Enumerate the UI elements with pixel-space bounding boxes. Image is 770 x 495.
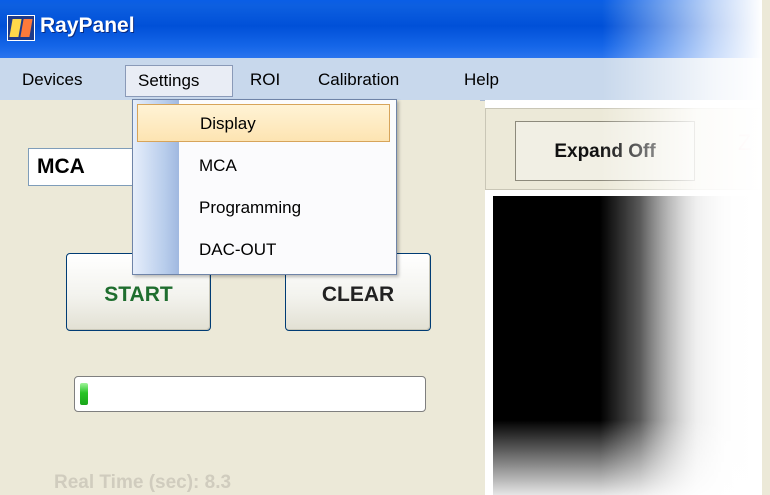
menu-roi[interactable]: ROI [250, 70, 280, 90]
window-title: RayPanel [40, 14, 135, 37]
app-logo-icon [7, 15, 35, 41]
progress-fill [80, 383, 88, 405]
menu-devices[interactable]: Devices [22, 70, 82, 90]
settings-dropdown-menu: Display MCA Programming DAC-OUT [132, 99, 397, 275]
menu-item-mca[interactable]: MCA [133, 146, 396, 186]
edge-fade [493, 420, 762, 495]
menu-settings-label: Settings [138, 71, 200, 90]
menu-item-label: MCA [199, 156, 237, 175]
mode-select-value: MCA [37, 155, 85, 178]
clear-button-label: CLEAR [321, 283, 395, 306]
menu-item-label: Programming [199, 198, 302, 217]
menu-calibration[interactable]: Calibration [318, 70, 399, 90]
menu-bar: Devices Settings ROI Calibration Help [0, 58, 762, 101]
menu-item-label: DAC-OUT [199, 240, 277, 259]
title-bar: RayPanel [0, 0, 762, 58]
menu-settings[interactable]: Settings [125, 65, 233, 97]
menu-item-dac-out[interactable]: DAC-OUT [133, 230, 396, 270]
menu-item-label: Display [200, 114, 256, 133]
menu-item-display[interactable]: Display [137, 104, 390, 142]
acquisition-progress-bar [74, 376, 426, 412]
menu-help[interactable]: Help [464, 70, 499, 90]
start-button-label: START [104, 283, 173, 306]
real-time-readout: Real Time (sec): 8.3 [54, 472, 232, 493]
menu-item-programming[interactable]: Programming [133, 188, 396, 228]
